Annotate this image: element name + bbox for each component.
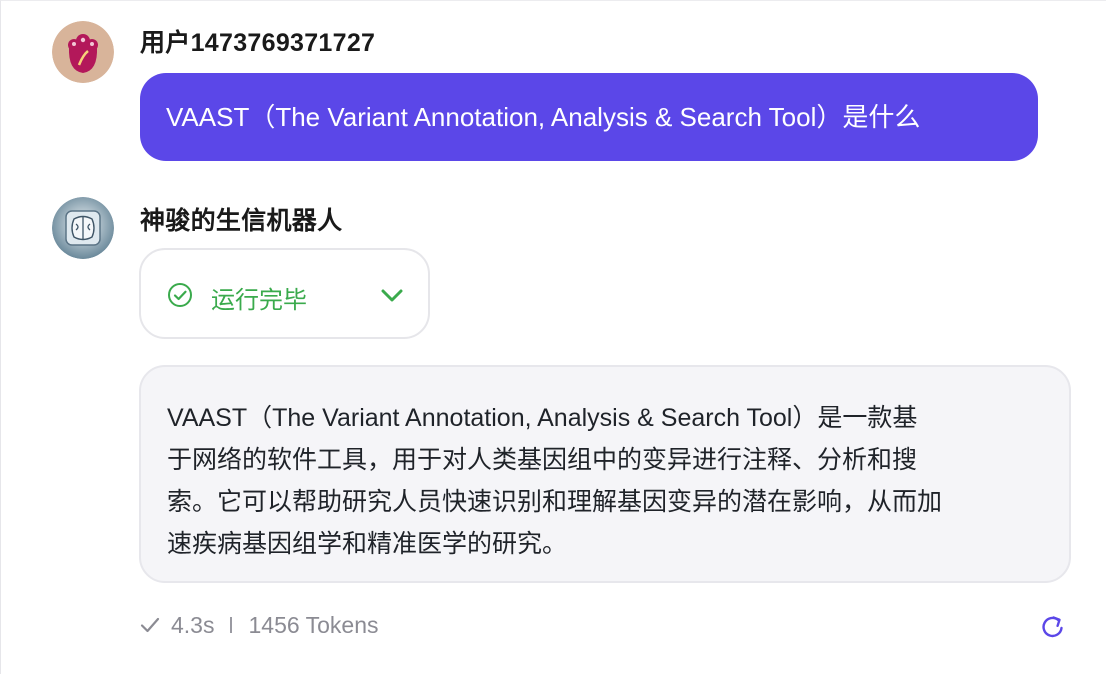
chat-panel: 用户1473769371727 VAAST（The Variant Annota… [0, 0, 1106, 674]
user-avatar-image [52, 21, 114, 83]
answer-line: 索。它可以帮助研究人员快速识别和理解基因变异的潜在影响，从而加 [167, 488, 943, 516]
token-count: 1456 Tokens [248, 611, 379, 638]
bot-answer-bubble: VAAST（The Variant Annotation, Analysis &… [139, 365, 1071, 583]
user-avatar[interactable] [52, 21, 114, 83]
bot-avatar[interactable] [52, 197, 114, 259]
check-circle-icon [168, 283, 192, 307]
bot-name: 神骏的生信机器人 [140, 207, 343, 235]
run-status-toggle[interactable]: 运行完毕 [139, 248, 430, 339]
run-status-label: 运行完毕 [211, 287, 307, 314]
answer-line: 于网络的软件工具，用于对人类基因组中的变异进行注释、分析和搜 [167, 446, 918, 474]
user-message-bubble: VAAST（The Variant Annotation, Analysis &… [140, 73, 1038, 161]
brain-icon [52, 197, 114, 259]
answer-line: 速疾病基因组学和精准医学的研究。 [167, 530, 568, 558]
user-name: 用户1473769371727 [140, 29, 376, 57]
answer-line: VAAST（The Variant Annotation, Analysis &… [167, 404, 918, 432]
meta-divider [230, 617, 233, 633]
chevron-down-icon[interactable] [379, 283, 405, 307]
response-meta: 4.3s 1456 Tokens [139, 609, 379, 641]
refresh-icon[interactable] [1039, 613, 1067, 641]
checkmark-icon [140, 617, 160, 633]
response-duration: 4.3s [171, 611, 215, 638]
